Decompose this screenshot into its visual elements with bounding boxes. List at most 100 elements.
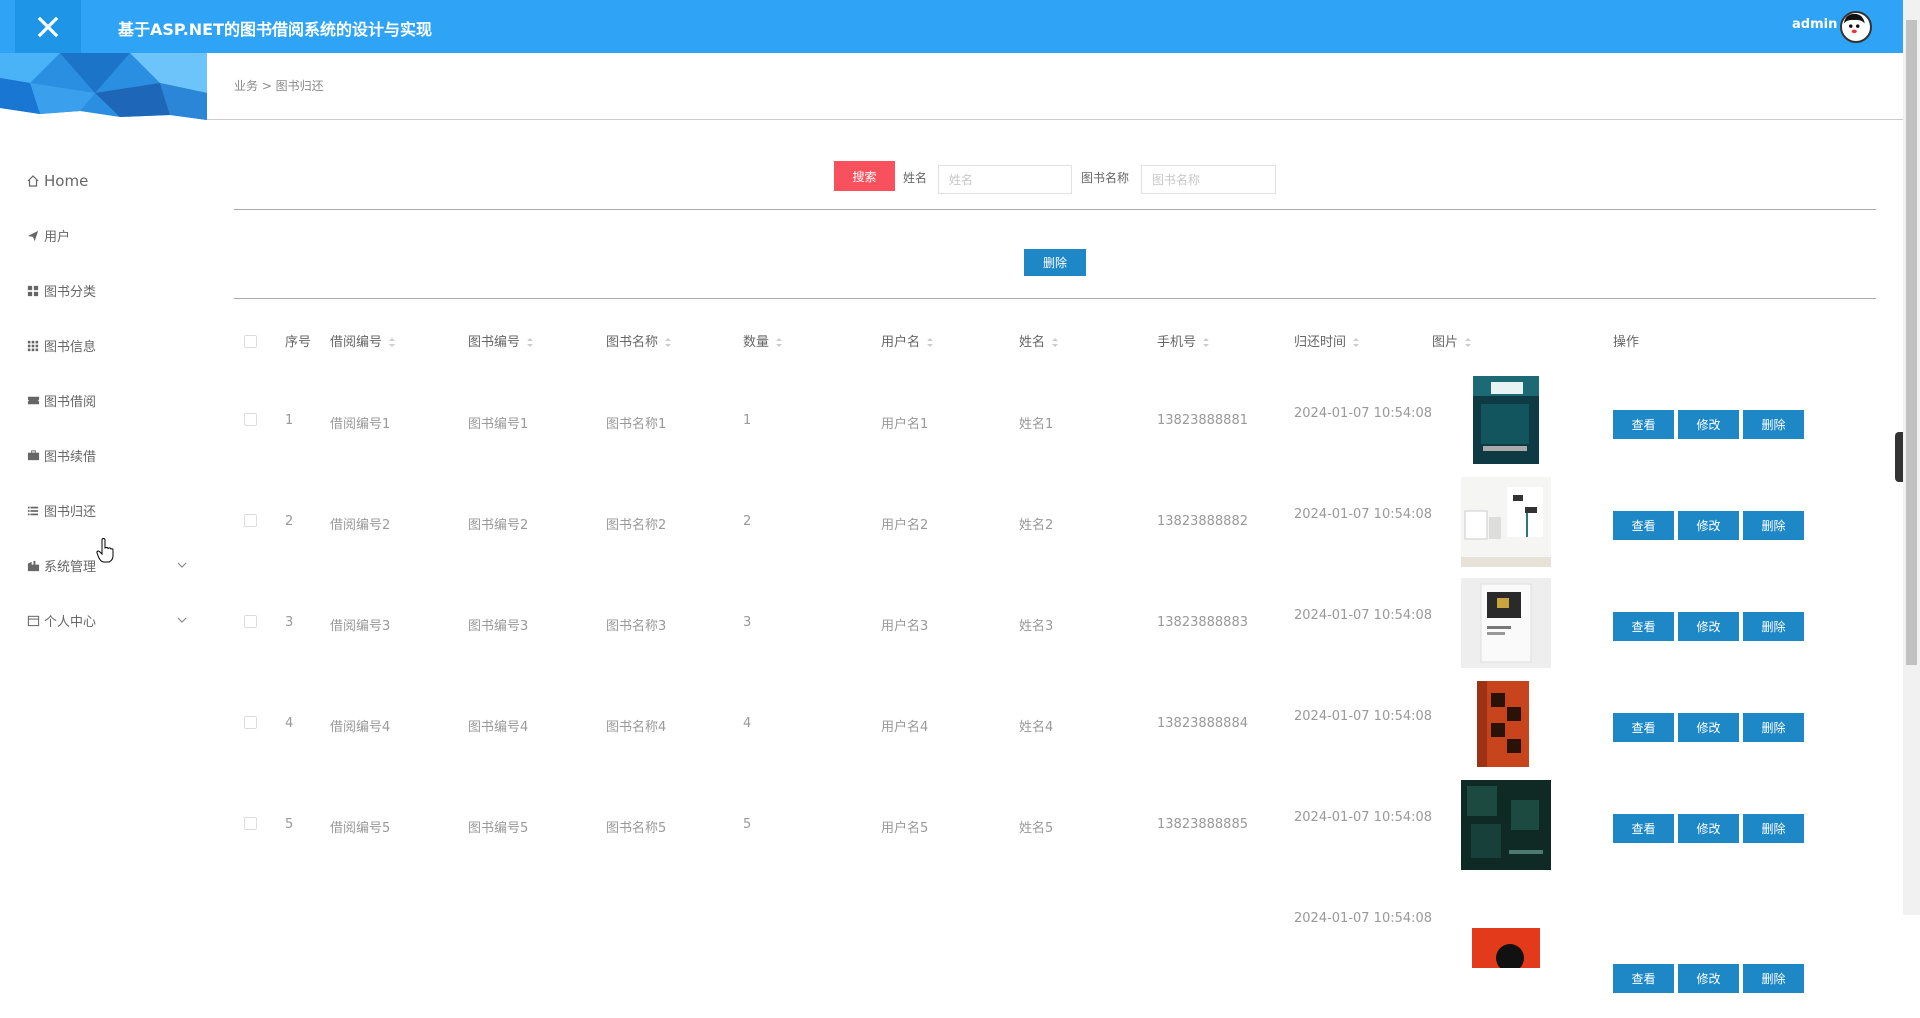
delete-button[interactable]: 删除 <box>1743 964 1804 993</box>
building-icon <box>26 559 40 573</box>
ticket-icon <box>26 394 40 408</box>
sidebar: Home 用户 图书分类 图书信息 图书借阅 图书续借 图书归还 系统管理 个人… <box>0 53 207 915</box>
view-button[interactable]: 查看 <box>1613 612 1674 641</box>
view-button[interactable]: 查看 <box>1613 410 1674 439</box>
row-checkbox[interactable] <box>244 413 257 430</box>
sidebar-item-user[interactable]: 用户 <box>0 208 207 263</box>
edit-button[interactable]: 修改 <box>1678 814 1739 843</box>
paper-plane-icon <box>26 229 40 243</box>
home-icon <box>26 174 40 188</box>
sidebar-item-book-return[interactable]: 图书归还 <box>0 483 207 538</box>
edit-button[interactable]: 修改 <box>1678 511 1739 540</box>
book-name-search-input[interactable] <box>1141 165 1276 194</box>
cell-book-id: 图书编号5 <box>468 821 529 836</box>
sidebar-item-label: 系统管理 <box>44 560 97 575</box>
cell-index: 2 <box>285 514 294 529</box>
sidebar-item-book-renew[interactable]: 图书续借 <box>0 428 207 483</box>
cell-book-id: 图书编号4 <box>468 720 529 735</box>
select-all-checkbox[interactable] <box>244 335 257 352</box>
cell-username: 用户名2 <box>881 518 929 533</box>
sidebar-item-personal-center[interactable]: 个人中心 <box>0 593 207 648</box>
sidebar-decoration <box>0 53 207 120</box>
edit-button[interactable]: 修改 <box>1678 612 1739 641</box>
cell-index: 3 <box>285 615 294 630</box>
header-return-time[interactable]: 归还时间 <box>1294 331 1360 350</box>
cell-book-id: 图书编号1 <box>468 417 529 432</box>
row-checkbox[interactable] <box>244 615 257 632</box>
cell-return-time: 2024-01-07 10:54:08 <box>1294 911 1433 926</box>
view-button[interactable]: 查看 <box>1613 713 1674 742</box>
cell-phone: 13823888881 <box>1157 413 1248 428</box>
cell-phone: 13823888885 <box>1157 817 1248 832</box>
header-username[interactable]: 用户名 <box>881 331 934 350</box>
delete-button[interactable]: 删除 <box>1743 511 1804 540</box>
book-cover-image[interactable] <box>1461 477 1551 567</box>
edit-button[interactable]: 修改 <box>1678 964 1739 993</box>
divider <box>234 298 1876 299</box>
divider <box>234 209 1876 210</box>
book-cover-image[interactable] <box>1461 376 1551 466</box>
sidebar-item-label: 图书借阅 <box>44 395 97 410</box>
view-button[interactable]: 查看 <box>1613 511 1674 540</box>
sort-icon <box>1465 338 1472 347</box>
cell-return-time: 2024-01-07 10:54:08 <box>1294 810 1433 825</box>
sidebar-item-home[interactable]: Home <box>0 153 207 208</box>
header-name[interactable]: 姓名 <box>1019 331 1059 350</box>
delete-button[interactable]: 删除 <box>1743 814 1804 843</box>
delete-button[interactable]: 删除 <box>1743 713 1804 742</box>
header-book-name[interactable]: 图书名称 <box>606 331 672 350</box>
cell-name: 姓名4 <box>1019 720 1054 735</box>
cell-phone: 13823888883 <box>1157 615 1248 630</box>
sort-icon <box>389 338 396 347</box>
view-button[interactable]: 查看 <box>1613 964 1674 993</box>
avatar[interactable] <box>1840 11 1872 43</box>
cell-borrow-id: 借阅编号5 <box>330 821 391 836</box>
cell-phone: 13823888884 <box>1157 716 1248 731</box>
sidebar-item-book-category[interactable]: 图书分类 <box>0 263 207 318</box>
top-bar: 基于ASP.NET的图书借阅系统的设计与实现 admin <box>0 0 1920 53</box>
book-cover-image[interactable] <box>1461 578 1551 668</box>
header-book-id[interactable]: 图书编号 <box>468 331 534 350</box>
row-checkbox[interactable] <box>244 817 257 834</box>
table-row: 1 借阅编号1 图书编号1 图书名称1 1 用户名1 姓名1 138238888… <box>234 373 1876 474</box>
delete-button[interactable]: 删除 <box>1743 410 1804 439</box>
sidebar-item-label: 用户 <box>44 230 71 245</box>
book-cover-image[interactable] <box>1472 928 1540 1018</box>
grid-9-icon <box>26 339 40 353</box>
edit-button[interactable]: 修改 <box>1678 713 1739 742</box>
user-name[interactable]: admin <box>1792 17 1837 32</box>
breadcrumb: 业务 > 图书归还 <box>234 79 324 93</box>
cell-return-time: 2024-01-07 10:54:08 <box>1294 406 1433 421</box>
batch-delete-button[interactable]: 删除 <box>1024 249 1086 276</box>
cell-borrow-id: 借阅编号2 <box>330 518 391 533</box>
main-content: 业务 > 图书归还 搜索 姓名 图书名称 删除 序号 借阅编号 图书编号 图书名… <box>207 53 1903 993</box>
sidebar-item-label: 图书信息 <box>44 340 97 355</box>
sort-icon <box>1203 338 1210 347</box>
cell-book-name: 图书名称1 <box>606 417 667 432</box>
sidebar-item-label: 图书分类 <box>44 285 97 300</box>
header-borrow-id[interactable]: 借阅编号 <box>330 331 396 350</box>
close-sidebar-button[interactable] <box>15 0 81 53</box>
edit-button[interactable]: 修改 <box>1678 410 1739 439</box>
book-cover-image[interactable] <box>1461 679 1551 769</box>
sidebar-item-book-info[interactable]: 图书信息 <box>0 318 207 373</box>
name-search-input[interactable] <box>938 165 1072 194</box>
delete-button[interactable]: 删除 <box>1743 612 1804 641</box>
sidebar-item-book-borrow[interactable]: 图书借阅 <box>0 373 207 428</box>
cell-book-name: 图书名称4 <box>606 720 667 735</box>
table-row: 4 借阅编号4 图书编号4 图书名称4 4 用户名4 姓名4 138238888… <box>234 676 1876 777</box>
row-checkbox[interactable] <box>244 514 257 531</box>
view-button[interactable]: 查看 <box>1613 814 1674 843</box>
cell-name: 姓名2 <box>1019 518 1054 533</box>
sort-icon <box>665 338 672 347</box>
cell-quantity: 2 <box>743 514 752 529</box>
header-phone[interactable]: 手机号 <box>1157 331 1210 350</box>
scrollbar-thumb[interactable] <box>1906 20 1917 665</box>
row-checkbox[interactable] <box>244 716 257 733</box>
header-quantity[interactable]: 数量 <box>743 331 783 350</box>
search-button[interactable]: 搜索 <box>834 161 895 191</box>
cell-borrow-id: 借阅编号1 <box>330 417 391 432</box>
header-image[interactable]: 图片 <box>1432 331 1472 350</box>
cell-name: 姓名1 <box>1019 417 1054 432</box>
book-cover-image[interactable] <box>1461 780 1551 870</box>
